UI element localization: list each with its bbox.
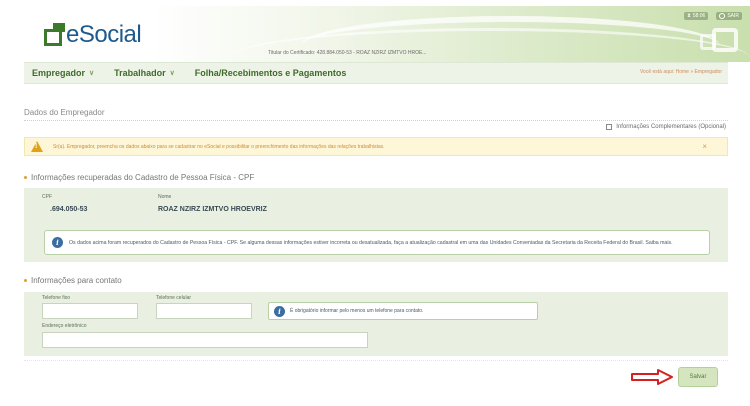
main-nav: Empregador ∨ Trabalhador ∨ Folha/Recebim…	[24, 62, 728, 84]
nav-item-label: Trabalhador	[114, 68, 166, 78]
chevron-down-icon: ∨	[169, 70, 175, 77]
mobile-label: Telefone celular	[156, 295, 192, 301]
nav-item-folha[interactable]: Folha/Recebimentos e Pagamentos	[195, 68, 347, 78]
power-icon	[719, 13, 726, 19]
save-button[interactable]: Salvar	[678, 367, 718, 387]
complementary-info-toggle[interactable]: Informações Complementares (Opcional)	[606, 124, 726, 130]
header-decoration-small	[700, 34, 716, 50]
cpf-info-text: Os dados acima foram recuperados do Cada…	[69, 239, 673, 246]
certificate-holder: Titular do Certificado: 428.884.050-53 -…	[268, 50, 426, 56]
cpf-value: .694.050-53	[50, 206, 88, 213]
cpf-info-box: i Os dados acima foram recuperados do Ca…	[44, 230, 710, 255]
complementary-info-checkbox[interactable]	[606, 124, 613, 130]
breadcrumb-prefix: Você está aqui:	[639, 69, 675, 75]
bullet-icon	[24, 176, 27, 179]
logo-text: eSocial	[66, 21, 142, 48]
contact-info-box: i É obrigatório informar pelo menos um t…	[268, 302, 538, 320]
cpf-section-title: Informações recuperadas do Cadastro de P…	[24, 173, 254, 182]
email-label: Endereço eletrônico	[42, 323, 87, 329]
contact-info-text: É obrigatório informar pelo menos um tel…	[290, 308, 424, 314]
hourglass-icon: ⧗	[687, 13, 691, 19]
name-label: Nome	[158, 194, 172, 200]
header: eSocial Titular do Certificado: 428.884.…	[0, 0, 750, 62]
complementary-info-label: Informações Complementares (Opcional)	[616, 124, 726, 130]
cpf-label: CPF	[42, 194, 52, 200]
bullet-icon	[24, 279, 27, 282]
contact-section-title-text: Informações para contato	[31, 276, 122, 285]
breadcrumb-current: Empregador	[694, 69, 722, 75]
session-controls: ⧗ 58:06 SAIR	[684, 12, 742, 20]
esocial-logo-icon	[44, 23, 65, 47]
info-icon: i	[52, 237, 63, 248]
phone-field[interactable]	[42, 303, 138, 319]
esocial-logo[interactable]: eSocial	[44, 20, 142, 50]
logout-button[interactable]: SAIR	[716, 12, 742, 20]
cpf-section-title-text: Informações recuperadas do Cadastro de P…	[31, 173, 255, 182]
contact-section-title: Informações para contato	[24, 276, 122, 285]
nav-item-label: Folha/Recebimentos e Pagamentos	[194, 68, 347, 78]
cpf-panel: CPF .694.050-53 Nome ROAZ NZIRZ IZMTVO H…	[24, 188, 728, 262]
nav-item-trabalhador[interactable]: Trabalhador ∨	[114, 68, 175, 78]
info-icon: i	[274, 305, 285, 317]
name-value: ROAZ NZIRZ IZMTVO HROEVRIZ	[158, 206, 267, 213]
breadcrumb-separator: »	[690, 69, 694, 75]
alert-text: Sr(a). Empregador, preencha os dados aba…	[53, 143, 385, 150]
breadcrumb-home[interactable]: Home	[676, 69, 689, 75]
breadcrumb: Você está aqui: Home » Empregador	[640, 69, 722, 75]
nav-item-label: Empregador	[32, 68, 86, 78]
certificate-holder-text: Titular do Certificado: 428.884.050-53 -…	[268, 50, 427, 56]
nav-item-empregador[interactable]: Empregador ∨	[32, 68, 94, 78]
session-timer-value: 58:06	[692, 13, 706, 19]
page-title: Dados do Empregador	[24, 108, 105, 117]
divider	[24, 360, 728, 361]
close-icon[interactable]: ×	[702, 142, 707, 151]
mobile-field[interactable]	[156, 303, 252, 319]
phone-label: Telefone fixo	[42, 295, 71, 301]
session-timer: ⧗ 58:06	[684, 12, 709, 20]
logout-label: SAIR	[727, 13, 739, 19]
contact-panel: Telefone fixo Telefone celular i É obrig…	[24, 292, 728, 356]
email-field[interactable]	[42, 332, 368, 348]
chevron-down-icon: ∨	[89, 70, 95, 77]
arrow-right-icon	[631, 369, 673, 385]
warning-alert: Sr(a). Empregador, preencha os dados aba…	[24, 137, 728, 156]
warning-icon	[31, 141, 43, 152]
divider	[24, 120, 728, 121]
